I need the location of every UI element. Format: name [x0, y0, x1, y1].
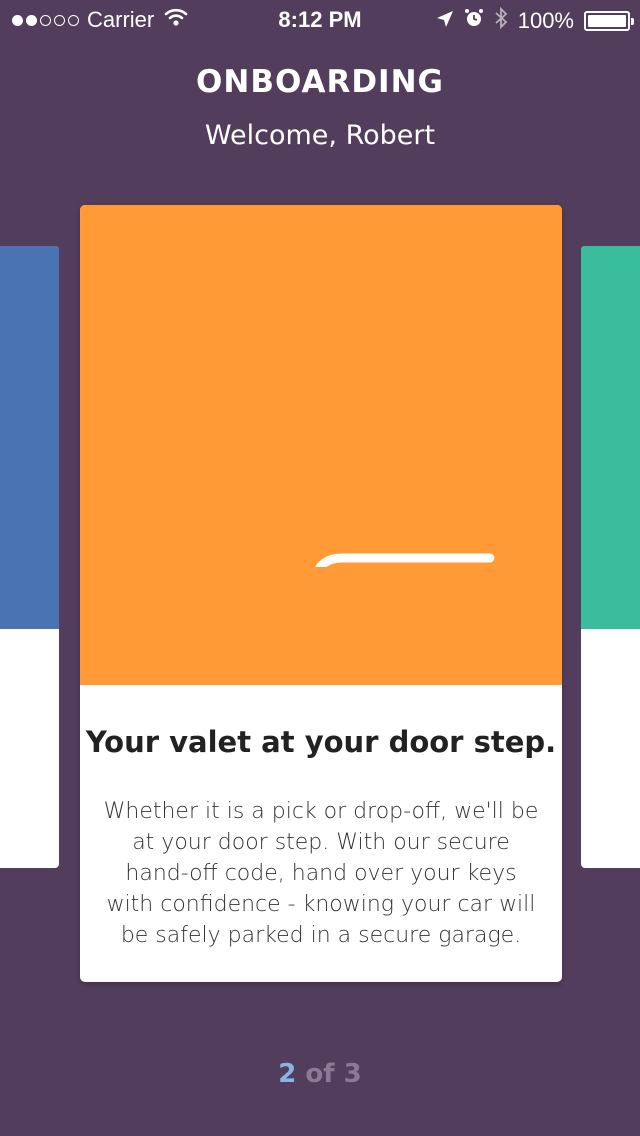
next-card[interactable]: [581, 246, 640, 868]
status-bar: Carrier 8:12 PM 100%: [0, 0, 640, 40]
bluetooth-icon: [494, 6, 508, 35]
page-title: ONBOARDING: [196, 64, 444, 100]
welcome-subtitle: Welcome, Robert: [204, 120, 436, 151]
previous-card-image: [0, 246, 59, 629]
next-card-image: [581, 246, 640, 629]
page-indicator-separator: of: [305, 1059, 335, 1089]
battery-icon: [584, 11, 634, 31]
card-heading: Your valet at your door step.: [85, 725, 557, 759]
status-right: 100%: [436, 6, 634, 35]
previous-card[interactable]: [0, 246, 59, 868]
battery-percent: 100%: [517, 8, 574, 33]
alarm-icon: [464, 8, 484, 34]
page-indicator-current: 2: [278, 1059, 297, 1089]
current-card[interactable]: Your valet at your door step. Whether it…: [80, 205, 562, 982]
location-icon: [436, 8, 454, 34]
card-body: Whether it is a pick or drop-off, we'll …: [103, 799, 539, 948]
page-indicator: 2 of 3: [0, 1059, 640, 1089]
valet-hand-key-icon: [315, 553, 495, 567]
page-indicator-total: 3: [343, 1059, 362, 1089]
current-card-image: [80, 205, 562, 685]
